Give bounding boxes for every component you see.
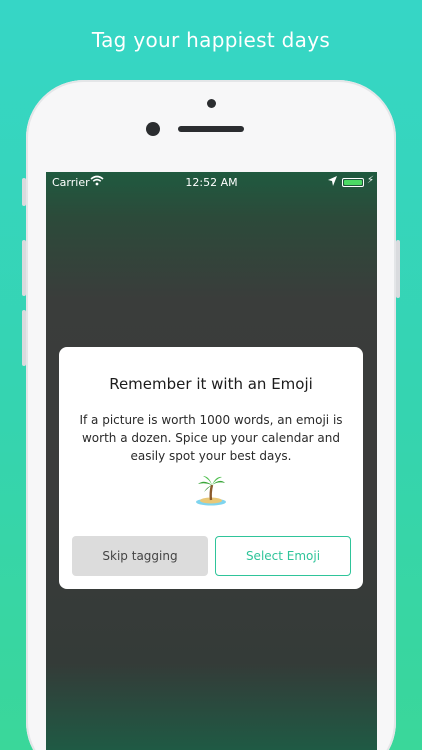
dialog-message: If a picture is worth 1000 words, an emo… <box>79 413 343 463</box>
status-bar: Carrier 12:52 AM ⚡ <box>46 172 377 192</box>
phone-screen: Carrier 12:52 AM ⚡ Remember it with an E… <box>46 172 377 750</box>
power-button <box>396 240 400 298</box>
proximity-sensor <box>207 99 216 108</box>
front-camera <box>146 122 160 136</box>
headline: Tag your happiest days <box>91 28 331 52</box>
battery-level <box>344 180 362 185</box>
dialog-title: Remember it with an Emoji <box>109 375 313 393</box>
battery-icon <box>342 178 364 187</box>
skip-tagging-button[interactable]: Skip tagging <box>72 536 208 576</box>
emoji-tag-dialog: Remember it with an Emoji If a picture i… <box>59 347 363 589</box>
earpiece-speaker <box>178 126 244 132</box>
location-arrow-icon <box>328 176 337 189</box>
select-emoji-button[interactable]: Select Emoji <box>215 536 351 576</box>
desert-island-icon <box>59 473 363 511</box>
charging-bolt-icon: ⚡ <box>367 175 375 186</box>
